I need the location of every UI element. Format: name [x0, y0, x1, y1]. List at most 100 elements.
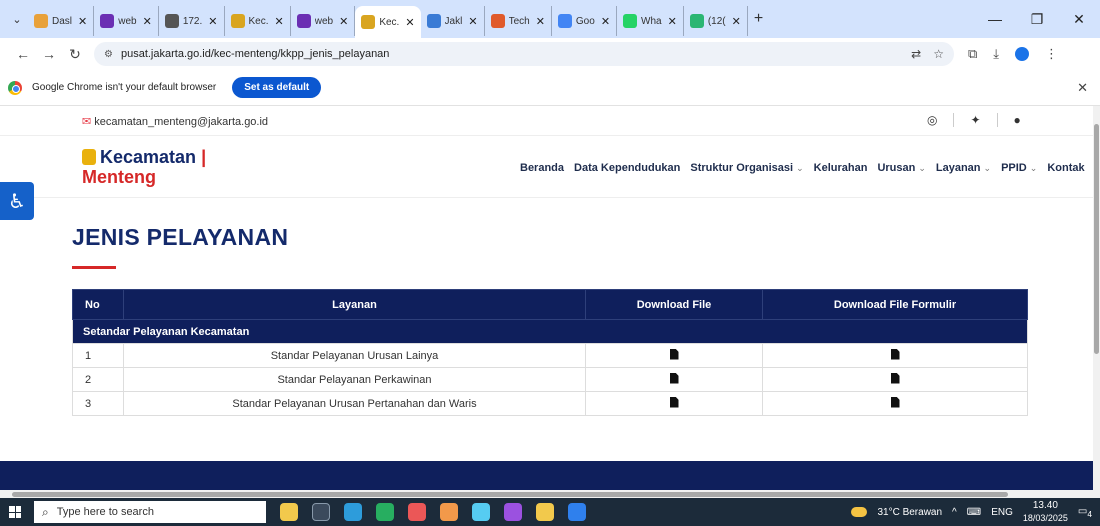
tab-title: Wha — [641, 15, 662, 27]
site-info-icon[interactable]: ⚙ — [104, 49, 113, 60]
chrome-icon[interactable] — [376, 503, 394, 521]
language-indicator[interactable]: ENG — [991, 507, 1013, 518]
clock[interactable]: 13.40 18/03/2025 — [1023, 500, 1068, 524]
set-as-default-button[interactable]: Set as default — [232, 77, 322, 98]
table-row: 1 Standar Pelayanan Urusan Lainya — [72, 343, 1028, 368]
copilot-icon[interactable] — [504, 503, 522, 521]
services-table: No Layanan Download File Download File F… — [72, 289, 1028, 416]
word-icon[interactable] — [568, 503, 586, 521]
close-tab-icon[interactable]: ✕ — [339, 15, 348, 28]
tab-favicon-icon — [426, 14, 441, 28]
close-window-icon[interactable]: ✕ — [1058, 11, 1100, 28]
tab-title: Goo — [575, 15, 595, 27]
file-download-icon[interactable] — [890, 348, 900, 360]
close-tab-icon[interactable]: ✕ — [275, 15, 284, 28]
section-row: Setandar Pelayanan Kecamatan — [72, 319, 1028, 344]
col-header-no: No — [72, 289, 124, 320]
tab-favicon-icon — [361, 15, 376, 29]
close-tab-icon[interactable]: ✕ — [601, 15, 610, 28]
close-tab-icon[interactable]: ✕ — [668, 15, 677, 28]
browser-tab[interactable]: Kec. ✕ — [355, 6, 421, 38]
taskbar-search[interactable]: ⌕ Type here to search — [34, 501, 266, 523]
profile-avatar-icon[interactable] — [1015, 47, 1030, 61]
tab-title: Kec. — [248, 15, 269, 27]
browser-tab[interactable]: web ✕ — [291, 6, 356, 36]
browser-toolbar: ← → ↻ ⚙ pusat.jakarta.go.id/kec-menteng/… — [0, 38, 1100, 70]
close-infobar-icon[interactable]: ✕ — [1077, 80, 1088, 96]
browser-tab[interactable]: Jakl ✕ — [421, 6, 485, 36]
horizontal-scrollbar[interactable] — [0, 490, 1100, 498]
bookmark-star-icon[interactable]: ☆ — [933, 47, 944, 61]
tab-search-chevron-icon[interactable]: ⌄ — [6, 8, 28, 30]
tray-chevron-icon[interactable]: ^ — [952, 507, 957, 518]
browser-tab[interactable]: Kec. ✕ — [225, 6, 291, 36]
close-tab-icon[interactable]: ✕ — [732, 15, 741, 28]
app-icon[interactable] — [408, 503, 426, 521]
tab-favicon-icon — [623, 14, 638, 28]
browser-tab[interactable]: Wha ✕ — [617, 6, 684, 36]
extensions-icon[interactable]: ⧉ — [968, 46, 977, 62]
widgets-icon[interactable] — [280, 503, 298, 521]
nav-item[interactable]: Urusan ⌄ — [877, 162, 925, 174]
browser-tab[interactable]: Tech ✕ — [485, 6, 552, 36]
file-download-icon[interactable] — [669, 372, 679, 384]
firefox-icon[interactable] — [440, 503, 458, 521]
close-tab-icon[interactable]: ✕ — [143, 15, 152, 28]
download-icon[interactable]: ⤓ — [993, 46, 999, 62]
browser-tab[interactable]: web ✕ — [94, 6, 159, 36]
task-view-icon[interactable] — [312, 503, 330, 521]
nav-item[interactable]: Kelurahan — [814, 162, 868, 174]
edge-icon[interactable] — [344, 503, 362, 521]
system-tray: 31°C Berawan ^ ⌨ ENG 13.40 18/03/2025 ▭4 — [851, 500, 1100, 524]
twitter-icon[interactable]: ✦ — [970, 113, 980, 127]
translate-icon[interactable]: ⇄ — [911, 47, 921, 61]
forward-icon[interactable]: → — [36, 46, 62, 62]
nav-item[interactable]: Layanan ⌄ — [936, 162, 991, 174]
chevron-down-icon: ⌄ — [1029, 163, 1038, 173]
nav-item[interactable]: Beranda — [520, 162, 564, 174]
close-tab-icon[interactable]: ✕ — [468, 15, 477, 28]
download-file-cell — [585, 391, 763, 416]
browser-tab[interactable]: Dasl ✕ — [28, 6, 95, 36]
site-logo[interactable]: Kecamatan | Menteng — [82, 147, 206, 187]
file-download-icon[interactable] — [890, 396, 900, 408]
file-download-icon[interactable] — [669, 348, 679, 360]
restore-icon[interactable]: ❐ — [1016, 11, 1058, 28]
file-explorer-icon[interactable] — [536, 503, 554, 521]
close-tab-icon[interactable]: ✕ — [405, 16, 414, 29]
facebook-icon[interactable]: ● — [1014, 113, 1021, 127]
browser-tab[interactable]: Goo ✕ — [552, 6, 618, 36]
notification-icon[interactable]: ▭4 — [1078, 506, 1092, 519]
chrome-profile-icon[interactable] — [472, 503, 490, 521]
file-download-icon[interactable] — [890, 372, 900, 384]
tab-title: web — [314, 15, 334, 27]
nav-item[interactable]: Struktur Organisasi ⌄ — [690, 162, 803, 174]
accessibility-icon[interactable]: ♿ — [0, 182, 34, 220]
window-controls: — ❐ ✕ — [974, 0, 1100, 38]
nav-item[interactable]: Data Kependudukan — [574, 162, 680, 174]
menu-kebab-icon[interactable]: ⋮ — [1045, 46, 1058, 62]
page-title: JENIS PELAYANAN — [72, 224, 289, 250]
close-tab-icon[interactable]: ✕ — [536, 15, 545, 28]
browser-tab[interactable]: (12(✕ — [684, 6, 748, 36]
nav-item[interactable]: Kontak — [1047, 162, 1084, 174]
back-icon[interactable]: ← — [10, 46, 36, 62]
instagram-icon[interactable]: ◎ — [927, 113, 937, 127]
browser-tab[interactable]: 172. ✕ — [159, 6, 225, 36]
weather-text[interactable]: 31°C Berawan — [877, 507, 942, 518]
close-tab-icon[interactable]: ✕ — [208, 15, 217, 28]
social-links: ◎ ✦ ● — [927, 113, 1021, 127]
close-tab-icon[interactable]: ✕ — [78, 15, 87, 28]
contact-email[interactable]: ✉ kecamatan_menteng@jakarta.go.id — [82, 115, 268, 128]
minimize-icon[interactable]: — — [974, 11, 1016, 27]
keyboard-icon[interactable]: ⌨ — [967, 507, 981, 518]
address-bar[interactable]: ⚙ pusat.jakarta.go.id/kec-menteng/kkpp_j… — [94, 42, 954, 66]
new-tab-button[interactable]: + — [754, 10, 763, 28]
nav-item[interactable]: PPID ⌄ — [1001, 162, 1037, 174]
tab-favicon-icon — [164, 14, 179, 28]
table-row: 2 Standar Pelayanan Perkawinan — [72, 367, 1028, 392]
vertical-scrollbar[interactable] — [1093, 106, 1100, 490]
start-button[interactable] — [0, 498, 30, 526]
file-download-icon[interactable] — [669, 396, 679, 408]
reload-icon[interactable]: ↻ — [62, 46, 88, 63]
